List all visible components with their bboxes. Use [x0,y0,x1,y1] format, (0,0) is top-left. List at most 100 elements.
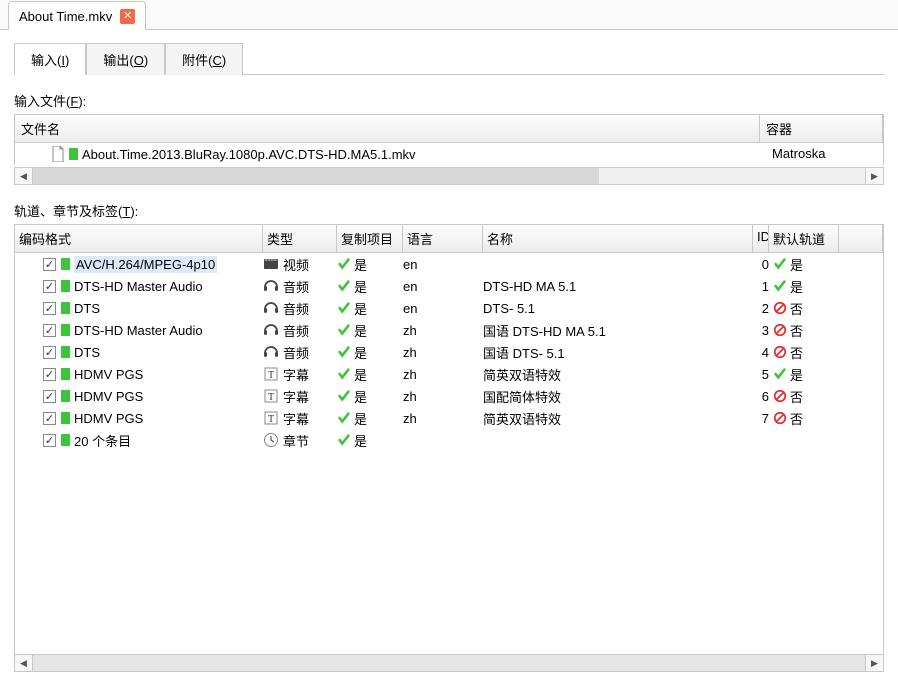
status-icon [61,412,70,424]
track-row[interactable]: ✓HDMV PGST字幕是zh国配简体特效6否 [15,385,883,407]
track-copy: 是 [354,409,367,428]
track-copy: 是 [354,255,367,274]
check-icon [337,323,351,337]
track-checkbox[interactable]: ✓ [43,324,56,337]
files-hscroll[interactable]: ◀ ▶ [14,167,884,185]
status-icon [61,280,70,292]
track-id: 4 [753,345,769,360]
file-row[interactable]: About.Time.2013.BluRay.1080p.AVC.DTS-HD.… [15,143,883,165]
track-name: DTS- 5.1 [483,301,753,316]
track-checkbox[interactable]: ✓ [43,302,56,315]
track-default: 否 [790,409,803,428]
tracks-hscroll[interactable]: ◀ ▶ [14,654,884,672]
col-filename[interactable]: 文件名 [15,115,760,143]
track-copy: 是 [354,365,367,384]
track-default: 是 [790,277,803,296]
close-icon[interactable]: ✕ [120,9,135,24]
track-codec: HDMV PGS [74,411,143,426]
status-icon [61,258,70,270]
track-row[interactable]: ✓HDMV PGST字幕是zh简英双语特效5是 [15,363,883,385]
track-type: 章节 [283,431,309,450]
track-checkbox[interactable]: ✓ [43,368,56,381]
scroll-right-icon: ▶ [871,171,878,182]
col-codec[interactable]: 编码格式 [15,225,263,252]
track-type: 视频 [283,255,309,274]
col-type[interactable]: 类型 [263,225,337,252]
track-type: 字幕 [283,365,309,384]
track-default: 是 [790,365,803,384]
track-language: en [403,257,483,272]
check-icon [773,367,787,381]
track-copy: 是 [354,299,367,318]
track-type: 字幕 [283,409,309,428]
track-row[interactable]: ✓AVC/H.264/MPEG-4p10视频是en0是 [15,253,883,275]
no-icon [773,389,787,403]
track-codec: DTS-HD Master Audio [74,279,203,294]
track-checkbox[interactable]: ✓ [43,346,56,359]
tab-output[interactable]: 输出(O) [86,43,165,75]
status-icon [61,324,70,336]
tab-attachments[interactable]: 附件(C) [165,43,243,75]
track-id: 7 [753,411,769,426]
track-codec: DTS [74,345,100,360]
track-row[interactable]: ✓HDMV PGST字幕是zh简英双语特效7否 [15,407,883,429]
track-checkbox[interactable]: ✓ [43,280,56,293]
track-row[interactable]: ✓DTS音频是zh国语 DTS- 5.14否 [15,341,883,363]
track-checkbox[interactable]: ✓ [43,390,56,403]
svg-text:T: T [268,370,274,381]
track-language: zh [403,411,483,426]
col-copy[interactable]: 复制项目 [337,225,403,252]
track-copy: 是 [354,387,367,406]
track-default: 否 [790,299,803,318]
status-icon [61,302,70,314]
no-icon [773,345,787,359]
track-copy: 是 [354,277,367,296]
track-id: 2 [753,301,769,316]
track-row[interactable]: ✓20 个条目章节是 [15,429,883,451]
track-id: 3 [753,323,769,338]
col-name[interactable]: 名称 [483,225,753,252]
track-type: 音频 [283,343,309,362]
col-id[interactable]: ID [753,225,769,252]
input-files-table: 文件名 容器 About.Time.2013.BluRay.1080p.AVC.… [14,114,884,165]
track-type: 音频 [283,321,309,340]
tracks-table: 编码格式 类型 复制项目 语言 名称 ID 默认轨道 ✓AVC/H.264/MP… [14,224,884,654]
track-copy: 是 [354,431,367,450]
track-row[interactable]: ✓DTS-HD Master Audio音频是enDTS-HD MA 5.11是 [15,275,883,297]
file-name: About.Time.2013.BluRay.1080p.AVC.DTS-HD.… [82,147,416,162]
file-tab[interactable]: About Time.mkv ✕ [8,1,146,30]
file-icon [51,146,65,162]
col-spacer [839,225,883,252]
check-icon [773,257,787,271]
scroll-left-icon: ◀ [20,171,27,182]
track-name: 国配简体特效 [483,387,753,406]
track-name: 国语 DTS-HD MA 5.1 [483,321,753,340]
track-codec: HDMV PGS [74,389,143,404]
track-id: 0 [753,257,769,272]
track-default: 否 [790,387,803,406]
tab-input[interactable]: 输入(I) [14,43,86,75]
check-icon [337,257,351,271]
track-codec: HDMV PGS [74,367,143,382]
track-checkbox[interactable]: ✓ [43,412,56,425]
track-checkbox[interactable]: ✓ [43,258,56,271]
col-lang[interactable]: 语言 [403,225,483,252]
track-codec: DTS [74,301,100,316]
audio-icon [263,300,279,316]
track-row[interactable]: ✓DTS音频是enDTS- 5.12否 [15,297,883,319]
track-name: 国语 DTS- 5.1 [483,343,753,362]
track-type: 音频 [283,299,309,318]
check-icon [337,411,351,425]
subtitle-icon: T [263,410,279,426]
tracks-label: 轨道、章节及标签(T): [14,201,884,220]
track-checkbox[interactable]: ✓ [43,434,56,447]
status-icon [61,390,70,402]
scroll-left-icon: ◀ [20,658,27,669]
track-name: 简英双语特效 [483,365,753,384]
track-default: 否 [790,321,803,340]
col-container[interactable]: 容器 [760,115,883,143]
track-row[interactable]: ✓DTS-HD Master Audio音频是zh国语 DTS-HD MA 5.… [15,319,883,341]
col-default[interactable]: 默认轨道 [769,225,839,252]
no-icon [773,301,787,315]
no-icon [773,323,787,337]
